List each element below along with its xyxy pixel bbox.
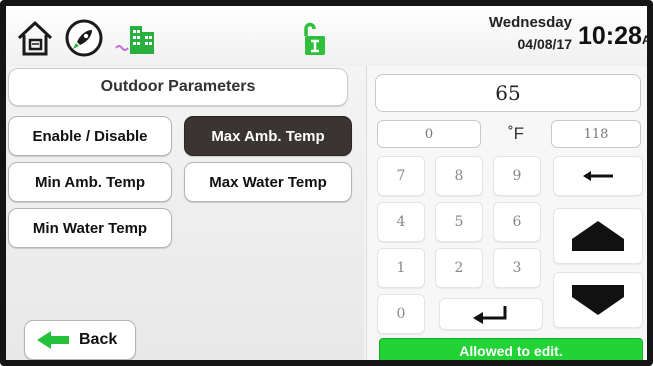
key-2[interactable]: 2 <box>435 248 483 288</box>
min-value: 0 <box>377 120 481 148</box>
rocket-icon[interactable] <box>64 18 104 58</box>
touchscreen: Wednesday 04/08/17 10:28AM Outdoor Param… <box>0 0 653 366</box>
arrow-up-icon <box>572 221 624 251</box>
building-icon[interactable] <box>114 18 158 58</box>
key-0[interactable]: 0 <box>377 294 425 334</box>
backspace-arrow-icon <box>583 171 613 181</box>
value-display[interactable]: 65 <box>375 74 641 112</box>
ampm-label: AM <box>641 33 651 47</box>
lock-icon[interactable] <box>302 20 328 58</box>
panel-title: Outdoor Parameters <box>8 68 348 106</box>
home-icon[interactable] <box>16 18 54 58</box>
key-7[interactable]: 7 <box>377 156 425 196</box>
back-arrow-icon <box>37 331 69 349</box>
clock: 10:28AM <box>578 22 651 51</box>
back-label: Back <box>79 331 118 348</box>
parameter-panel: Outdoor Parameters Enable / Disable Max … <box>6 66 364 360</box>
key-1[interactable]: 1 <box>377 248 425 288</box>
max-water-temp-button[interactable]: Max Water Temp <box>184 162 352 202</box>
date-label: 04/08/17 <box>517 36 573 52</box>
key-3[interactable]: 3 <box>493 248 541 288</box>
time-label: 10:28 <box>578 22 642 50</box>
increment-button[interactable] <box>553 208 643 264</box>
backspace-button[interactable] <box>553 156 643 196</box>
header-bar: Wednesday 04/08/17 10:28AM <box>6 6 647 66</box>
enter-arrow-icon <box>473 306 507 324</box>
max-value: 118 <box>551 120 641 148</box>
decrement-button[interactable] <box>553 272 643 328</box>
enable-disable-button[interactable]: Enable / Disable <box>8 116 172 156</box>
min-amb-temp-button[interactable]: Min Amb. Temp <box>8 162 172 202</box>
back-button[interactable]: Back <box>24 320 136 360</box>
key-8[interactable]: 8 <box>435 156 483 196</box>
unit-label: ˚F <box>507 124 525 143</box>
status-bar: Allowed to edit. <box>379 338 643 360</box>
key-6[interactable]: 6 <box>493 202 541 242</box>
min-water-temp-button[interactable]: Min Water Temp <box>8 208 172 248</box>
key-4[interactable]: 4 <box>377 202 425 242</box>
key-5[interactable]: 5 <box>435 202 483 242</box>
arrow-down-icon <box>572 285 624 315</box>
day-label: Wednesday <box>488 14 572 31</box>
keypad-panel: 65 0 ˚F 118 7 8 9 4 5 6 1 2 3 0 Allowed … <box>366 66 647 360</box>
enter-button[interactable] <box>439 298 543 330</box>
key-9[interactable]: 9 <box>493 156 541 196</box>
max-amb-temp-button[interactable]: Max Amb. Temp <box>184 116 352 156</box>
